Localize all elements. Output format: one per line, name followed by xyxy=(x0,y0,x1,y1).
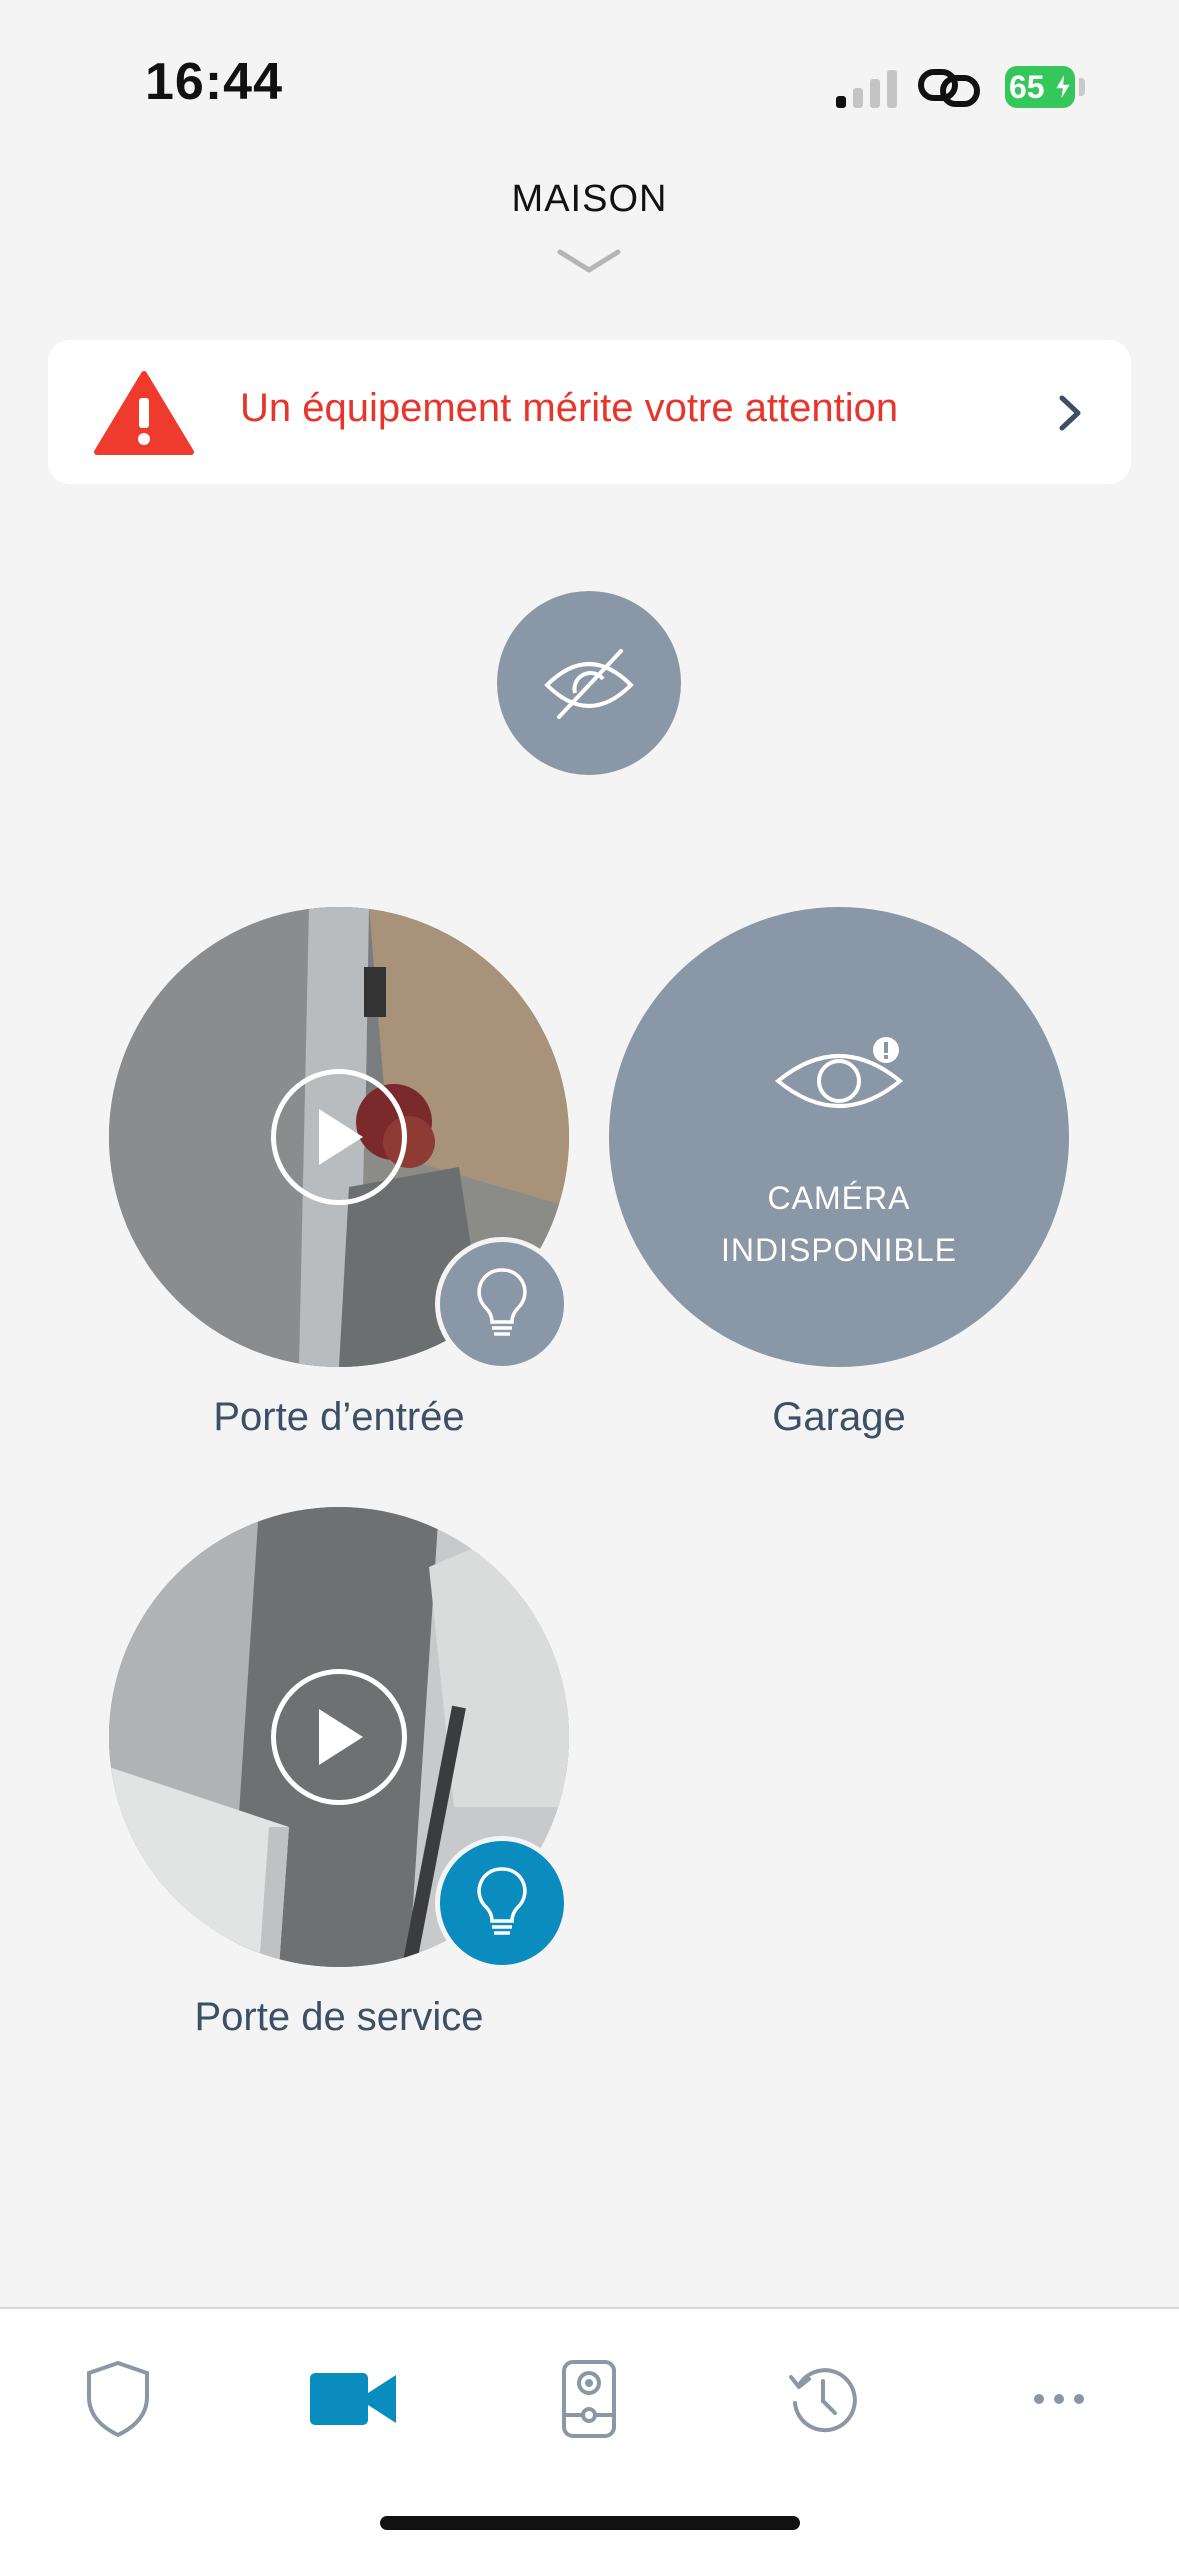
play-icon xyxy=(319,1109,363,1165)
play-button[interactable] xyxy=(271,1069,407,1205)
doorbell-icon xyxy=(562,2360,616,2438)
eye-off-icon xyxy=(544,649,634,719)
history-icon xyxy=(789,2368,857,2433)
eye-alert-icon xyxy=(774,1037,904,1108)
status-time: 16:44 xyxy=(145,53,283,111)
link-icon xyxy=(918,69,980,107)
camera-label-garage: Garage xyxy=(772,1395,906,1439)
camera-tile-garage[interactable]: CAMÉRA INDISPONIBLE xyxy=(609,907,1069,1367)
warning-icon xyxy=(94,371,194,455)
charging-bolt-icon xyxy=(1053,71,1073,103)
privacy-mode-button[interactable] xyxy=(497,591,681,775)
tab-history[interactable] xyxy=(768,2349,878,2449)
play-button[interactable] xyxy=(271,1669,407,1805)
video-camera-icon xyxy=(310,2373,396,2425)
shield-icon xyxy=(87,2360,149,2438)
unavailable-line-2: INDISPONIBLE xyxy=(720,1232,958,1268)
more-icon xyxy=(1034,2394,1084,2404)
tab-more[interactable] xyxy=(1004,2349,1114,2449)
camera-label-service-door: Porte de service xyxy=(194,1995,484,2039)
battery-cap xyxy=(1079,78,1085,96)
chevron-down-icon[interactable] xyxy=(556,246,622,276)
tab-security[interactable] xyxy=(63,2349,173,2449)
alert-message: Un équipement mérite votre attention xyxy=(240,386,899,430)
tab-doorbell[interactable] xyxy=(534,2349,644,2449)
lightbulb-icon xyxy=(477,1867,527,1935)
light-toggle-service-door[interactable] xyxy=(435,1836,569,1970)
signal-icon xyxy=(836,70,897,108)
play-icon xyxy=(319,1709,363,1765)
alert-banner[interactable]: Un équipement mérite votre attention xyxy=(48,340,1131,484)
light-toggle-front-door[interactable] xyxy=(435,1237,569,1371)
chevron-right-icon xyxy=(1059,395,1081,431)
home-indicator xyxy=(380,2516,800,2530)
lightbulb-icon xyxy=(477,1268,527,1336)
camera-unavailable-text: CAMÉRA INDISPONIBLE xyxy=(609,1172,1069,1276)
camera-label-front-door: Porte d’entrée xyxy=(213,1395,465,1439)
unavailable-line-1: CAMÉRA xyxy=(767,1180,911,1216)
tab-cameras[interactable] xyxy=(298,2349,408,2449)
home-selector-title[interactable]: MAISON xyxy=(0,178,1179,221)
battery-level: 65 xyxy=(1009,68,1045,105)
